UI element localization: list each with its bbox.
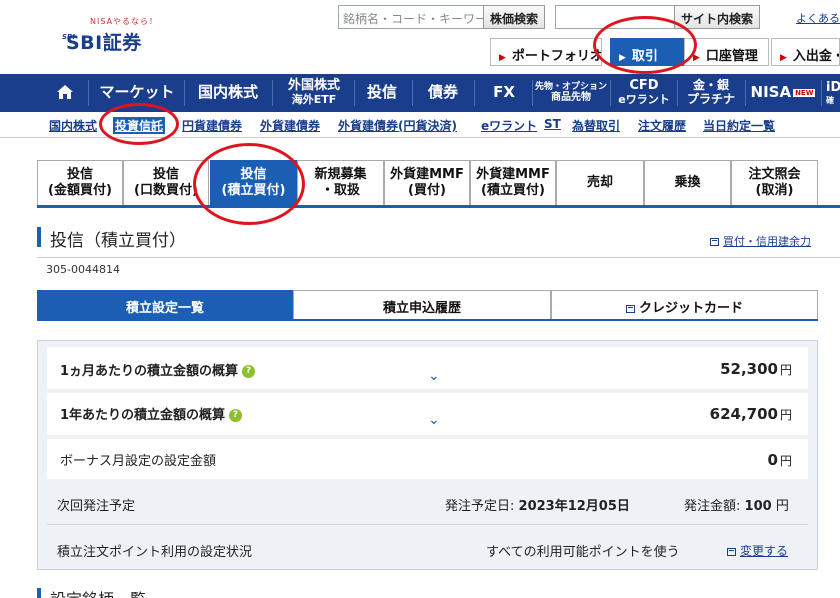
tab-accumulation-list[interactable]: 積立設定一覧 [37, 290, 293, 320]
nav-divider [610, 80, 611, 106]
triangle-icon: ▶ [780, 53, 787, 63]
monthly-value: 52,300 円 [720, 360, 792, 378]
tab-fund-amount-buy[interactable]: 投信 (金額買付) [37, 160, 123, 206]
nav-divider [272, 80, 273, 106]
yearly-value: 624,700 円 [709, 405, 792, 423]
tab-sell[interactable]: 売却 [556, 160, 644, 206]
title-accent [37, 588, 41, 598]
nav-divider [532, 80, 533, 106]
nav-divider [412, 80, 413, 106]
title-accent [37, 227, 41, 247]
monthly-label: 1ヵ月あたりの積立金額の概算? [60, 360, 256, 379]
chevron-down-icon[interactable]: ⌄ [428, 412, 440, 428]
nav-divider [88, 80, 89, 106]
sublink-today-executions[interactable]: 当日約定一覧 [703, 117, 775, 134]
next-order-label: 次回発注予定 [57, 499, 136, 514]
tab-underline [37, 319, 818, 321]
nav-divider [474, 80, 475, 106]
nav-nisa[interactable]: NISA NEW [747, 74, 819, 112]
sublink-domestic-stock[interactable]: 国内株式 [49, 117, 97, 134]
logo[interactable]: SBI証券 [66, 28, 142, 55]
faq-link[interactable]: よくあるご [796, 10, 840, 26]
next-order-amount: 発注金額: 100 円 [684, 499, 789, 514]
divider [47, 524, 808, 525]
points-label: 積立注文ポイント利用の設定状況 [57, 545, 253, 560]
help-icon[interactable]: ? [242, 365, 256, 378]
bonus-value: 0円 [767, 451, 792, 469]
tab-foreign-mmf-accumulation[interactable]: 外貨建MMF (積立買付) [470, 160, 556, 206]
nav-bond[interactable]: 債券 [414, 74, 472, 112]
nav-divider [354, 80, 355, 106]
tab-application-history[interactable]: 積立申込履歴 [293, 290, 551, 320]
tab-deposit[interactable]: ▶ 入出金・ [771, 38, 840, 66]
triangle-icon: ▶ [499, 53, 506, 63]
tab-portfolio[interactable]: ▶ ポートフォリオ [490, 38, 602, 66]
logo-tagline: NISAやるなら！ [90, 17, 159, 26]
sublink-yen-bond[interactable]: 円貨建債券 [182, 117, 242, 134]
nav-fx[interactable]: FX [476, 74, 532, 112]
sublink-foreign-bond-yen[interactable]: 外貨建債券(円貨決済) [338, 117, 457, 134]
window-icon [625, 304, 635, 313]
tab-new-offering[interactable]: 新規募集 ・取扱 [297, 160, 384, 206]
nav-divider [745, 80, 746, 106]
section-title: 設定銘柄一覧 [50, 586, 146, 598]
nav-divider [821, 80, 822, 106]
chevron-down-icon[interactable]: ⌄ [428, 368, 440, 384]
buying-power-link[interactable]: 買付・信用建余力 [710, 233, 811, 249]
sublink-order-history[interactable]: 注文履歴 [638, 117, 686, 134]
help-icon[interactable]: ? [229, 409, 243, 422]
annotation-circle [593, 16, 697, 74]
nav-domestic-stock[interactable]: 国内株式 [186, 74, 270, 112]
window-icon [710, 238, 719, 246]
next-order-date: 発注予定日: 2023年12月05日 [445, 499, 630, 514]
tab-underline [37, 205, 840, 208]
stock-search-button[interactable]: 株価検索 [483, 5, 545, 29]
nav-foreign-stock[interactable]: 外国株式 海外ETF [274, 74, 354, 112]
stock-search-input[interactable]: 銘柄名・コード・キーワード [338, 5, 484, 29]
site-search-button[interactable]: サイト内検索 [674, 5, 760, 29]
points-value: すべての利用可能ポイントを使う [486, 545, 680, 560]
nav-gold[interactable]: 金・銀 プラチナ [679, 74, 743, 112]
new-badge: NEW [793, 88, 816, 98]
nav-cfd[interactable]: CFD eワラント [612, 74, 676, 112]
nav-ideco[interactable]: iD 確 [826, 74, 840, 112]
nav-divider [184, 80, 185, 106]
tab-credit-card[interactable]: クレジットカード [551, 290, 818, 320]
nav-divider [677, 80, 678, 106]
sublink-fx-trade[interactable]: 為替取引 [572, 117, 620, 134]
tab-order-inquiry[interactable]: 注文照会 (取消) [731, 160, 818, 206]
page-title: 投信（積立買付） [50, 231, 186, 251]
nav-fund[interactable]: 投信 [356, 74, 408, 112]
annotation-circle [99, 103, 179, 145]
home-icon[interactable] [56, 84, 74, 100]
sublink-st[interactable]: ST [544, 117, 561, 131]
account-number: 305-0044814 [46, 263, 120, 276]
tab-switch[interactable]: 乗換 [644, 160, 731, 206]
window-icon [727, 547, 736, 556]
tab-foreign-mmf-buy[interactable]: 外貨建MMF (買付) [384, 160, 470, 206]
nav-futures[interactable]: 先物・オプション 商品先物 [534, 74, 608, 112]
bonus-label: ボーナス月設定の設定金額 [60, 454, 217, 469]
change-points-link[interactable]: 変更する [727, 542, 788, 559]
annotation-circle [193, 143, 305, 225]
yearly-label: 1年あたりの積立金額の概算? [60, 404, 243, 423]
divider [37, 257, 840, 258]
sublink-ewarrant[interactable]: eワラント [481, 117, 537, 134]
sublink-foreign-bond[interactable]: 外貨建債券 [260, 117, 320, 134]
